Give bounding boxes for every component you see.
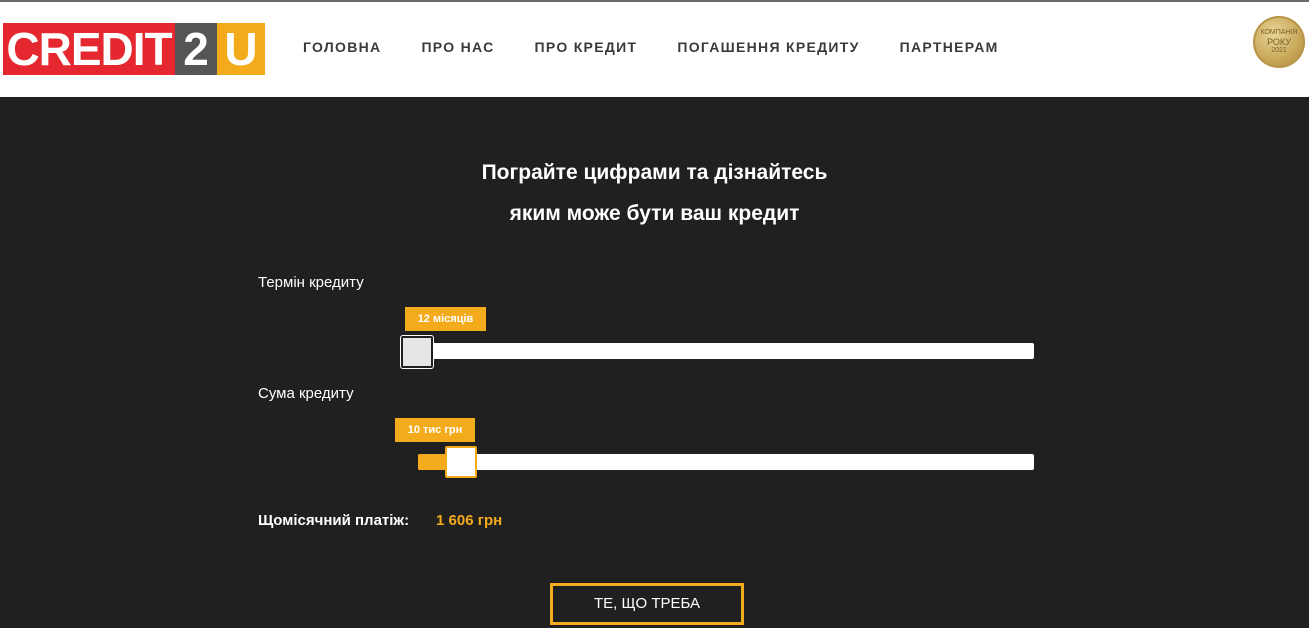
nav-about-credit[interactable]: ПРО КРЕДИТ	[535, 39, 638, 55]
company-of-year-award-badge: КОМПАНІЯ РОКУ 2021	[1253, 16, 1305, 68]
main-nav: ГОЛОВНА ПРО НАС ПРО КРЕДИТ ПОГАШЕННЯ КРЕ…	[303, 39, 1039, 55]
amount-slider-track[interactable]	[418, 454, 1034, 470]
nav-about[interactable]: ПРО НАС	[421, 39, 494, 55]
monthly-payment-label: Щомісячний платіж:	[258, 512, 410, 529]
award-line1: КОМПАНІЯ	[1260, 29, 1298, 36]
amount-value-tooltip: 10 тис грн	[395, 418, 475, 442]
amount-slider-handle[interactable]	[445, 446, 477, 478]
nav-partners[interactable]: ПАРТНЕРАМ	[900, 39, 999, 55]
apply-button[interactable]: ТЕ, ЩО ТРЕБА	[550, 583, 744, 625]
site-header: CREDIT 2 U ГОЛОВНА ПРО НАС ПРО КРЕДИТ ПО…	[0, 2, 1309, 97]
term-value-tooltip: 12 місяців	[405, 307, 486, 331]
term-label: Термін кредиту	[258, 274, 364, 291]
credit2u-logo[interactable]: CREDIT 2 U	[3, 23, 265, 75]
amount-label: Сума кредиту	[258, 385, 354, 402]
nav-home[interactable]: ГОЛОВНА	[303, 39, 381, 55]
calculator-title-line1: Пограйте цифрами та дізнайтесь	[481, 161, 828, 184]
monthly-payment-value: 1 606 грн	[436, 512, 503, 529]
term-slider-handle[interactable]	[401, 336, 433, 368]
term-slider-track[interactable]	[418, 343, 1034, 359]
award-line2: РОКУ	[1267, 37, 1291, 47]
award-line3: 2021	[1271, 47, 1287, 54]
calculator-title-line2: яким може бути ваш кредит	[509, 202, 800, 225]
nav-repayment[interactable]: ПОГАШЕННЯ КРЕДИТУ	[677, 39, 859, 55]
logo-credit: CREDIT	[3, 23, 175, 75]
logo-two: 2	[175, 23, 217, 75]
logo-u: U	[217, 23, 265, 75]
